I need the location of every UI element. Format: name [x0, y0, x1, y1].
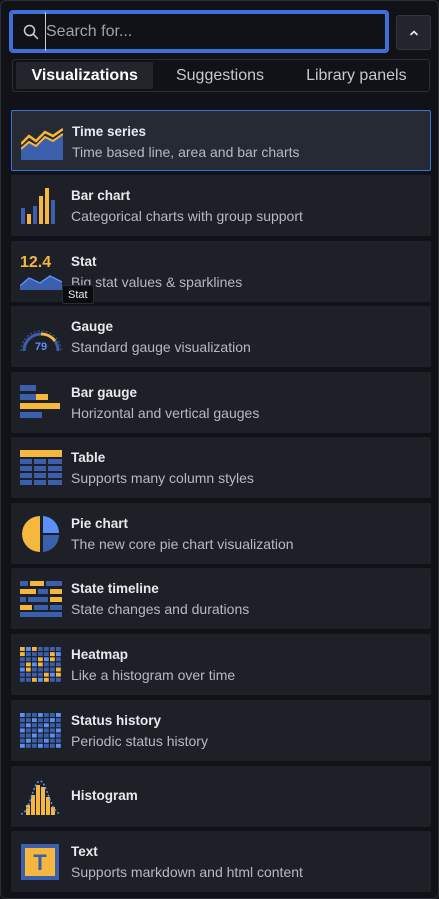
viz-item-title: Gauge: [71, 319, 114, 334]
viz-item-title: Time series: [72, 124, 147, 139]
viz-item-text[interactable]: T Text Supports markdown and html conten…: [11, 831, 431, 892]
viz-item-title: State timeline: [71, 581, 159, 596]
gauge-icon-value: 79: [35, 341, 47, 353]
tab-visualizations[interactable]: Visualizations: [16, 62, 154, 89]
viz-item-description: Big stat values & sparklines: [71, 274, 243, 290]
viz-item-description: The new core pie chart visualization: [71, 536, 294, 552]
viz-item-description: Supports many column styles: [71, 470, 254, 486]
viz-item-description: State changes and durations: [71, 601, 250, 617]
text-icon: T: [21, 844, 59, 880]
viz-item-gauge[interactable]: 79 Gauge Standard gauge visualization: [11, 306, 431, 367]
viz-item-description: Horizontal and vertical gauges: [71, 405, 260, 421]
bar-gauge-icon: [20, 385, 60, 418]
viz-item-description: Periodic status history: [71, 733, 208, 749]
bar-chart-icon: [21, 188, 55, 224]
viz-item-title: Table: [71, 450, 106, 465]
viz-item-description: Categorical charts with group support: [71, 208, 303, 224]
tooltip: Stat: [62, 285, 94, 304]
search-input[interactable]: [45, 12, 387, 51]
viz-item-pie-chart[interactable]: Pie chart The new core pie chart visuali…: [11, 503, 431, 564]
viz-item-title: Histogram: [71, 788, 138, 803]
search-row: [9, 10, 431, 54]
viz-item-description: Supports markdown and html content: [71, 864, 303, 880]
table-icon: [20, 450, 62, 485]
time-series-icon: [21, 127, 63, 160]
viz-item-title: Heatmap: [71, 647, 129, 662]
viz-item-title: Status history: [71, 713, 162, 728]
histogram-icon: [20, 780, 62, 815]
stat-icon: 12.4: [20, 254, 62, 290]
viz-item-histogram[interactable]: Histogram: [11, 766, 431, 827]
viz-item-heatmap[interactable]: Heatmap Like a histogram over time: [11, 634, 431, 695]
status-history-icon: [20, 713, 61, 748]
viz-item-description: Standard gauge visualization: [71, 339, 251, 355]
viz-item-title: Bar chart: [71, 188, 131, 203]
viz-item-description: Like a histogram over time: [71, 667, 236, 683]
viz-item-bar-gauge[interactable]: Bar gauge Horizontal and vertical gauges: [11, 372, 431, 433]
viz-item-time-series[interactable]: Time series Time based line, area and ba…: [11, 110, 431, 171]
viz-item-title: Text: [71, 844, 98, 859]
viz-item-table[interactable]: Table Supports many column styles: [11, 437, 431, 498]
chevron-up-icon: [409, 30, 418, 35]
tab-bar: Visualizations Suggestions Library panel…: [12, 59, 430, 92]
pie-chart-icon: [22, 516, 60, 552]
stat-icon-value: 12.4: [20, 254, 51, 271]
viz-item-title: Stat: [71, 254, 97, 269]
gauge-icon: 79: [20, 330, 62, 353]
viz-item-bar-chart[interactable]: Bar chart Categorical charts with group …: [11, 175, 431, 236]
collapse-button[interactable]: [396, 15, 431, 50]
viz-item-state-timeline[interactable]: State timeline State changes and duratio…: [11, 568, 431, 629]
tab-suggestions[interactable]: Suggestions: [153, 62, 286, 89]
search-box[interactable]: [9, 10, 389, 53]
state-timeline-icon: [20, 581, 62, 617]
viz-item-status-history[interactable]: Status history Periodic status history: [11, 700, 431, 761]
viz-item-title: Bar gauge: [71, 385, 138, 400]
text-icon-glyph: T: [33, 850, 47, 875]
heatmap-icon: [20, 647, 61, 682]
visualization-picker: Visualizations Suggestions Library panel…: [0, 0, 439, 899]
viz-item-description: Time based line, area and bar charts: [72, 144, 300, 160]
tab-library-panels[interactable]: Library panels: [287, 62, 426, 89]
viz-item-title: Pie chart: [71, 516, 129, 531]
search-icon: [23, 24, 39, 39]
